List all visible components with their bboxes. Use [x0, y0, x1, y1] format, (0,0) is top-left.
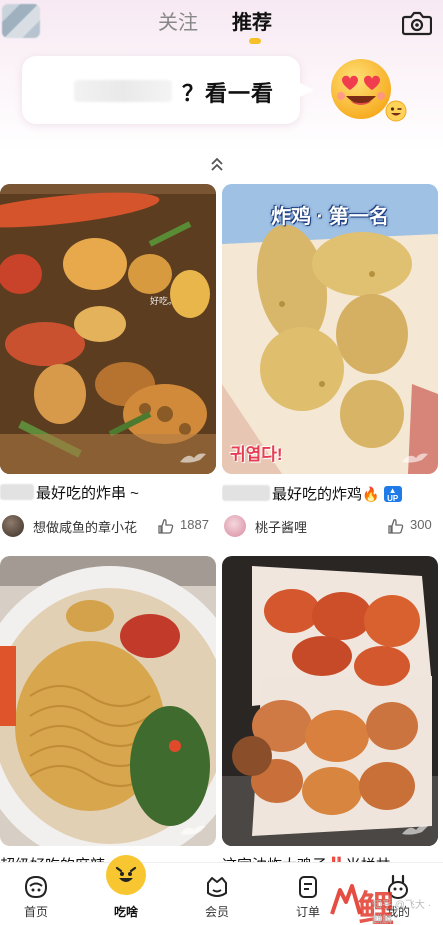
nav-label: 会员 [204, 905, 229, 919]
author-name[interactable]: 桃子酱哩 [255, 517, 307, 536]
grin-face-icon [112, 861, 140, 889]
card-photo-fried-skewers[interactable]: 好吃。 [0, 184, 216, 474]
brand-watermark-sub: 知乎 @飞大 · 麒麟 [372, 900, 432, 925]
crown-face-icon [203, 873, 231, 901]
recipe-feed: 好吃。 最好吃的炸串 ~ 想做咸鱼的章小花 1887 炸鸡 · 第一名 귀엽다!… [0, 180, 443, 874]
card-photo-spicy-noodles[interactable] [0, 556, 216, 846]
blurred-title-prefix [0, 484, 34, 500]
photo-caption: 好吃。 [150, 296, 178, 306]
tab-recommend[interactable]: 推荐 [232, 10, 272, 36]
user-avatar[interactable] [2, 4, 40, 38]
chevron-double-up-icon[interactable] [209, 156, 225, 174]
blurred-title-prefix [222, 485, 270, 501]
card-title[interactable]: 最好吃的炸串 ~ [0, 482, 216, 506]
camera-icon[interactable] [401, 10, 433, 36]
blurred-query [74, 80, 172, 102]
like-count: 300 [410, 517, 432, 532]
nav-item-what-to-eat[interactable]: 吃啥 [86, 855, 166, 925]
card-title-text: 最好吃的炸鸡 [272, 486, 363, 503]
nav-label: 首页 [23, 905, 48, 919]
card-photo-boxed-fried-chicken[interactable] [222, 556, 438, 846]
search-prompt-text: ？看一看 [182, 81, 275, 106]
order-icon [294, 873, 322, 901]
card-photo-fried-chicken[interactable]: 炸鸡 · 第一名 귀엽다! [222, 184, 438, 474]
wink-emoji-icon [385, 100, 407, 122]
up-arrow-icon: ▲ UP [383, 486, 402, 503]
search-prompt-bubble[interactable]: ？看一看 [22, 56, 314, 124]
top-header: 关注 推荐 ？看一看 [0, 0, 443, 150]
home-face-icon [22, 873, 50, 901]
fire-emoji-icon: 🔥 [362, 486, 380, 502]
like-count: 1887 [180, 517, 209, 532]
tab-follow[interactable]: 关注 [158, 10, 198, 36]
avatar[interactable] [2, 515, 24, 537]
avatar[interactable] [224, 515, 246, 537]
card-author-row: 桃子酱哩 300 [222, 514, 438, 538]
nav-label: 吃啥 [113, 905, 138, 919]
photo-banner: 炸鸡 · 第一名 [271, 206, 389, 228]
like-hand-icon[interactable] [158, 517, 174, 535]
like-hand-icon[interactable] [388, 517, 404, 535]
bubble-tail [298, 82, 314, 98]
author-name[interactable]: 想做咸鱼的章小花 [33, 517, 137, 536]
card-title-text: 最好吃的炸串 ~ [36, 485, 139, 502]
card-author-row: 想做咸鱼的章小花 1887 [0, 514, 216, 538]
photo-sticker: 귀엽다! [230, 445, 283, 464]
watermark-icon [400, 450, 430, 466]
card-title[interactable]: 最好吃的炸鸡🔥 ▲ UP [222, 482, 438, 506]
nav-item-home[interactable]: 首页 [0, 863, 76, 925]
watermark-icon [400, 822, 430, 838]
active-tab-indicator [249, 38, 261, 44]
nav-item-member[interactable]: 会员 [177, 863, 257, 925]
watermark-icon [178, 450, 208, 466]
watermark-icon [178, 822, 208, 838]
